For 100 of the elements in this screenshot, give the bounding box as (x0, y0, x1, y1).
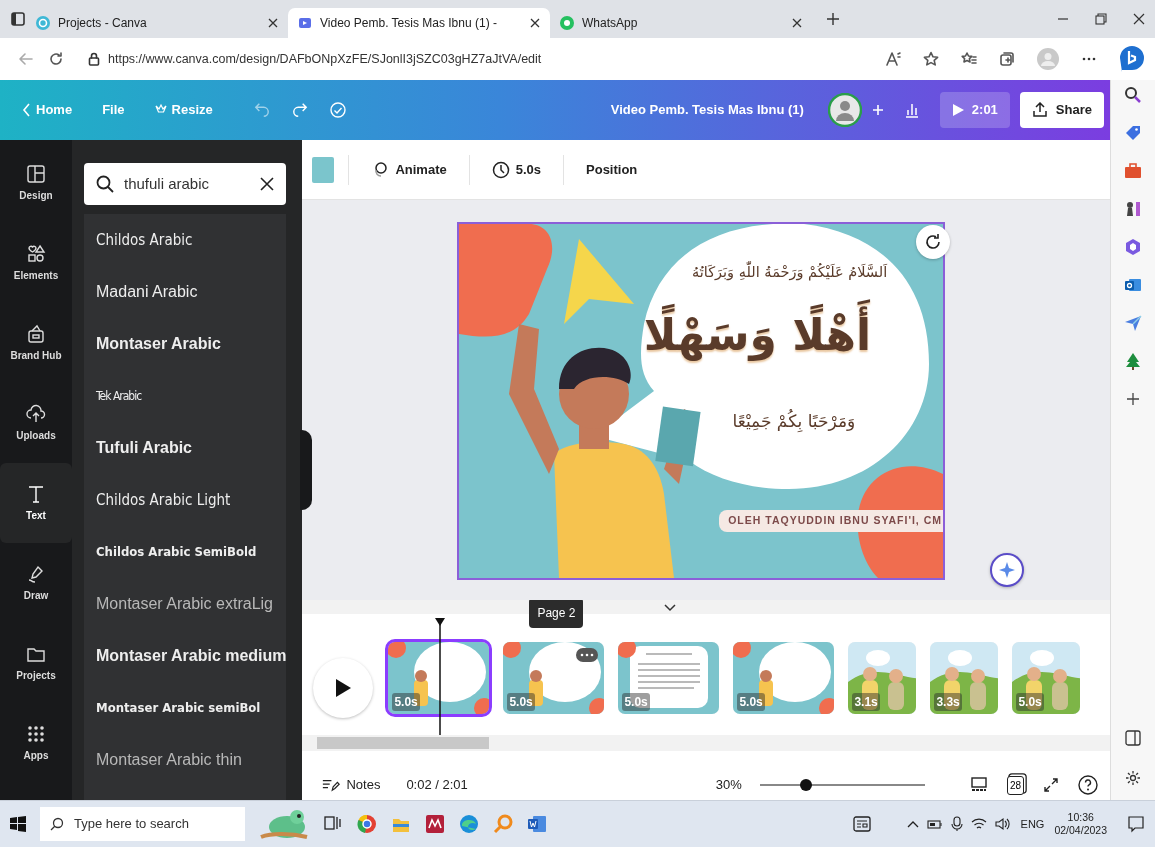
cloud-check-icon[interactable] (328, 101, 347, 119)
new-tab-icon[interactable] (826, 12, 840, 26)
browser-app-icon[interactable] (357, 814, 377, 834)
sidebar-panel-icon[interactable] (1125, 730, 1141, 746)
tab-actions-icon[interactable] (10, 11, 26, 27)
add-icon[interactable] (1124, 390, 1142, 408)
sidebar-item[interactable]: Draw (0, 543, 72, 623)
sidebar-item[interactable]: Apps (0, 703, 72, 783)
refresh-icon (924, 233, 943, 251)
chevron-up-icon[interactable] (906, 820, 919, 828)
scrollbar-thumb[interactable] (317, 737, 490, 749)
sidebar-item[interactable]: Brand Hub (0, 303, 72, 383)
font-option[interactable]: Tufuli Arabic (96, 422, 287, 474)
close-icon[interactable] (1133, 13, 1145, 25)
office-icon[interactable] (1124, 238, 1142, 256)
video-icon (298, 16, 312, 30)
microphone-icon[interactable] (950, 816, 963, 832)
collections-icon[interactable] (999, 51, 1015, 67)
duration-button[interactable]: 5.0s (483, 153, 550, 186)
browser-tab[interactable]: Video Pemb. Tesis Mas Ibnu (1) - (288, 8, 550, 38)
language-indicator[interactable]: ENG (1020, 815, 1045, 833)
magic-button[interactable] (990, 553, 1025, 587)
notes-button[interactable]: Notes (314, 769, 389, 801)
clear-icon[interactable] (260, 177, 275, 191)
play-button[interactable] (313, 658, 374, 718)
greeting-text: اَلسَّلَامُ عَلَيْكُمْ وَرَحْمَةُ اللّٰهِ وَبَرَكَاتُهُ (691, 262, 888, 284)
battery-icon[interactable] (926, 817, 943, 831)
page-count-button[interactable]: 28 (1006, 775, 1024, 795)
position-button[interactable]: Position (578, 153, 646, 186)
sidebar-item[interactable]: Design (0, 143, 72, 223)
page-thumbnail[interactable]: 3.1s (848, 642, 917, 714)
clock-date[interactable]: 02/04/2023 (1054, 824, 1107, 838)
briefcase-icon (26, 323, 46, 344)
font-option[interactable]: Montaser Arabic (96, 318, 287, 370)
browser-tab[interactable]: WhatsApp (550, 8, 812, 38)
page-thumbnail[interactable]: 3.3s (930, 642, 999, 714)
page-thumbnail[interactable]: 5.0s (388, 642, 490, 714)
toolbox-icon[interactable] (1124, 162, 1142, 180)
news-widget-icon[interactable] (852, 816, 871, 832)
close-icon[interactable] (530, 18, 540, 28)
settings-icon[interactable] (1125, 770, 1141, 786)
sidebar-item[interactable]: Uploads (0, 383, 72, 463)
playhead-icon[interactable] (434, 618, 447, 736)
add-icon[interactable] (871, 104, 884, 116)
avatar-icon[interactable] (827, 93, 862, 127)
search-icon[interactable] (1124, 86, 1142, 104)
send-icon[interactable] (1124, 314, 1142, 332)
refresh-icon[interactable] (48, 51, 64, 67)
m-app-icon[interactable] (425, 814, 445, 834)
chevron-down-icon[interactable] (664, 604, 677, 612)
animate-button[interactable]: Animate (363, 153, 455, 186)
wifi-icon[interactable] (970, 817, 987, 831)
mail-app-icon[interactable] (1124, 276, 1142, 294)
font-option[interactable]: Madani Arabic (96, 266, 287, 318)
font-option[interactable]: Montaser Arabic extraLig (96, 578, 287, 630)
browser-tab[interactable]: Projects - Canva (26, 8, 288, 38)
sidebar-item[interactable]: Text (0, 463, 72, 543)
close-icon[interactable] (268, 18, 278, 28)
present-button[interactable]: 2:01 (939, 92, 1010, 128)
page-thumbnail[interactable]: 5.0s (1012, 642, 1081, 714)
help-icon[interactable] (1078, 775, 1098, 795)
insights-icon[interactable] (903, 102, 920, 118)
font-option[interactable]: Childos Arabic SemiBold (96, 526, 287, 578)
restore-icon[interactable] (1095, 13, 1107, 25)
font-option[interactable]: Childos Arabic Light (96, 474, 287, 526)
notes-icon (322, 777, 341, 793)
sidebar-item[interactable]: Projects (0, 623, 72, 703)
chess-piece-icon[interactable] (1124, 200, 1142, 218)
thumbnails-view-icon[interactable] (970, 777, 987, 793)
fullscreen-icon[interactable] (1044, 778, 1058, 792)
zoom-slider-thumb[interactable] (800, 779, 813, 791)
chat-bubble-icon[interactable] (1119, 45, 1145, 73)
font-option[interactable]: Montaser Arabic medium (96, 630, 287, 682)
font-option[interactable]: Montaser Arabic thin (96, 734, 287, 786)
panel-collapse-handle[interactable] (300, 430, 313, 510)
color-swatch[interactable] (312, 156, 335, 183)
read-aloud-icon[interactable] (885, 51, 901, 67)
search-field[interactable]: thufuli arabic (84, 163, 287, 205)
favorite-add-icon[interactable] (923, 51, 939, 67)
favorites-icon[interactable] (961, 51, 977, 67)
play-icon (335, 679, 352, 697)
clock-time[interactable]: 10:36 (1054, 810, 1107, 824)
wave-browser-icon[interactable] (459, 814, 479, 834)
windows-start-icon[interactable] (10, 816, 26, 832)
redo-icon[interactable] (290, 102, 309, 118)
sidebar-item[interactable]: Elements (0, 223, 72, 303)
font-option[interactable]: Childos Arabic (96, 214, 287, 266)
page-thumbnail[interactable]: 5.0s (503, 642, 605, 714)
font-option[interactable]: Montaser Arabic semiBol (96, 682, 287, 734)
page-thumbnail[interactable]: 5.0s (733, 642, 835, 714)
tag-icon[interactable] (1124, 124, 1142, 142)
font-option[interactable]: Tek Arabic (96, 370, 287, 422)
share-button[interactable]: Share (1019, 92, 1104, 128)
tree-icon[interactable] (1124, 352, 1142, 370)
notification-icon[interactable] (1127, 815, 1145, 833)
close-icon[interactable] (792, 18, 802, 28)
share-icon (1031, 102, 1048, 118)
document-app-icon[interactable] (527, 814, 547, 834)
speaker-icon[interactable] (994, 817, 1011, 831)
taskbar-search-field[interactable]: Type here to search (40, 807, 245, 841)
